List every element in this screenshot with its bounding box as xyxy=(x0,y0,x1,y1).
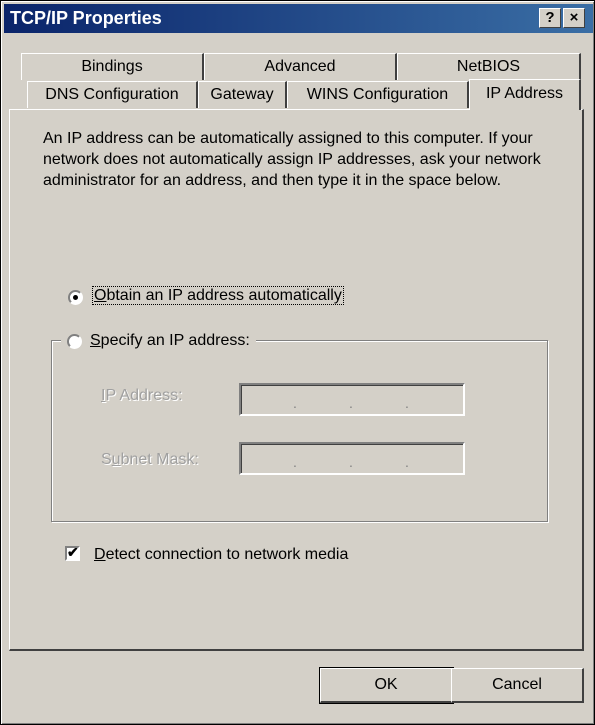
specify-ip-legend: Specify an IP address: xyxy=(61,330,256,350)
tab-ip-address[interactable]: IP Address xyxy=(469,79,581,110)
detect-media-label[interactable]: Detect connection to network media xyxy=(94,546,348,564)
ip-separator: . xyxy=(293,454,297,470)
specify-ip-radio[interactable] xyxy=(67,334,82,349)
window-title: TCP/IP Properties xyxy=(10,8,162,28)
check-icon: ✔ xyxy=(67,544,79,560)
ip-separator: . xyxy=(405,395,409,411)
obtain-ip-text: btain an IP address automatically xyxy=(106,287,342,304)
subnet-mask-label-text: bnet Mask: xyxy=(120,451,199,468)
focus-outline: Obtain an IP address automatically xyxy=(92,286,344,305)
obtain-ip-label[interactable]: Obtain an IP address automatically xyxy=(92,286,344,305)
description-text: An IP address can be automatically assig… xyxy=(43,130,541,189)
title-bar[interactable]: TCP/IP Properties ? × xyxy=(4,4,593,33)
ip-separator: . xyxy=(349,395,353,411)
ip-address-label: IP Address: xyxy=(101,387,183,405)
radio-selected-dot xyxy=(73,295,78,300)
tab-advanced[interactable]: Advanced xyxy=(204,53,397,80)
accelerator-key: u xyxy=(111,451,121,468)
accelerator-key: D xyxy=(94,546,106,563)
tab-netbios[interactable]: NetBIOS xyxy=(397,53,581,80)
tab-gateway[interactable]: Gateway xyxy=(198,81,287,108)
accelerator-key: O xyxy=(94,287,107,304)
specify-ip-text: pecify an IP address: xyxy=(100,332,250,349)
close-button[interactable]: × xyxy=(563,8,585,28)
subnet-mask-prefix: S xyxy=(101,451,112,468)
detect-media-text: etect connection to network media xyxy=(105,546,349,563)
obtain-ip-radio[interactable] xyxy=(68,290,83,305)
detect-media-checkbox[interactable]: ✔ xyxy=(65,544,80,561)
specify-ip-group xyxy=(51,340,548,522)
ok-button[interactable]: OK xyxy=(319,667,454,704)
subnet-mask-label: Subnet Mask: xyxy=(101,451,199,469)
close-icon: × xyxy=(569,9,579,26)
tab-dns-configuration[interactable]: DNS Configuration xyxy=(27,81,198,108)
ip-address-input[interactable]: . . . xyxy=(239,383,465,416)
ip-separator: . xyxy=(349,454,353,470)
ip-separator: . xyxy=(405,454,409,470)
subnet-mask-input[interactable]: . . . xyxy=(239,442,465,475)
help-button[interactable]: ? xyxy=(539,8,561,28)
specify-ip-label[interactable]: Specify an IP address: xyxy=(90,332,250,349)
tab-bindings[interactable]: Bindings xyxy=(21,53,204,80)
tab-wins-configuration[interactable]: WINS Configuration xyxy=(287,81,469,108)
cancel-button[interactable]: Cancel xyxy=(451,668,584,703)
accelerator-key: S xyxy=(90,332,101,349)
tcpip-properties-dialog: TCP/IP Properties ? × Bindings Advanced … xyxy=(0,0,595,725)
ip-separator: . xyxy=(293,395,297,411)
ip-address-label-text: P Address: xyxy=(105,387,183,404)
